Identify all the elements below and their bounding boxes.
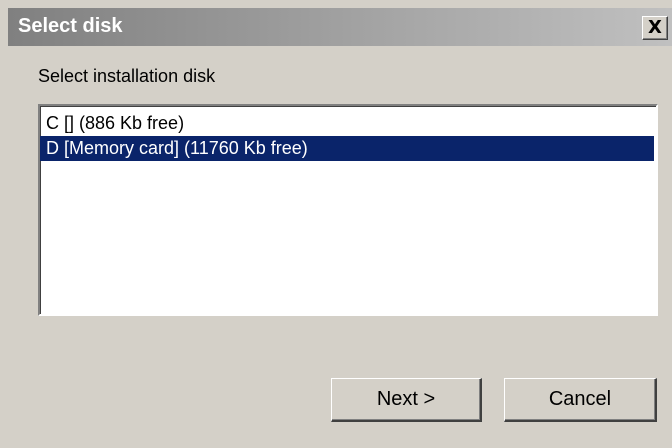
disk-item-c[interactable]: C [] (886 Kb free): [40, 111, 656, 136]
prompt-label: Select installation disk: [38, 66, 216, 86]
close-icon: X: [648, 17, 662, 38]
close-button[interactable]: X: [642, 16, 668, 40]
disk-item-d[interactable]: D [Memory card] (11760 Kb free): [40, 136, 654, 161]
title-bar[interactable]: Select disk X: [8, 8, 672, 46]
next-button[interactable]: Next >: [331, 378, 482, 422]
window-title: Select disk: [18, 15, 123, 37]
cancel-button[interactable]: Cancel: [504, 378, 657, 422]
disk-listbox[interactable]: C [] (886 Kb free) D [Memory card] (1176…: [38, 104, 658, 316]
select-disk-dialog: Select disk X Select installation disk C…: [0, 0, 672, 448]
